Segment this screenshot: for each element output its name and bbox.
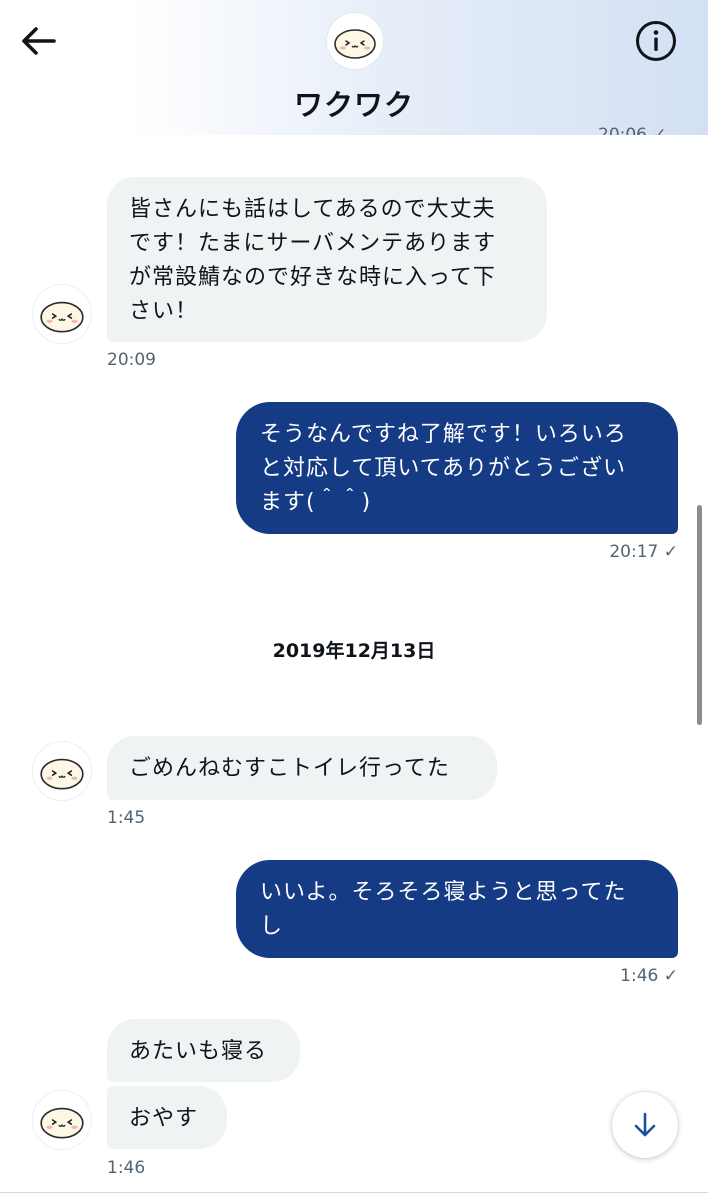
message-bubble-incoming[interactable]: 皆さんにも話はしてあるので大丈夫 です！たまにサーバメンテあります が常設鯖なの… bbox=[107, 177, 547, 342]
message-bubble-incoming[interactable]: ごめんねむすこトイレ行ってた bbox=[107, 736, 497, 800]
avatar[interactable] bbox=[326, 12, 384, 70]
scrollbar[interactable] bbox=[697, 505, 702, 725]
message-timestamp: 1:46 bbox=[107, 1158, 146, 1178]
message-timestamp: 1:46 ✓ bbox=[620, 966, 678, 986]
message-timestamp: 20:17 ✓ bbox=[609, 542, 678, 562]
mochi-face-icon bbox=[40, 758, 84, 790]
mochi-face-icon bbox=[334, 29, 376, 59]
message-bubble-incoming[interactable]: あたいも寝る bbox=[107, 1019, 300, 1082]
message-timestamp: 1:45 bbox=[107, 808, 146, 828]
page-title: ワクワク bbox=[293, 88, 414, 122]
message-bubble-outgoing[interactable]: そうなんですね了解です！いろいろ と対応して頂いてありがとうござい ます(＾＾) bbox=[236, 402, 678, 534]
message-bubble-incoming[interactable]: おやす bbox=[107, 1086, 227, 1149]
scroll-down-button[interactable] bbox=[612, 1092, 678, 1158]
conversation-header: ワクワク bbox=[0, 0, 708, 135]
avatar[interactable] bbox=[32, 1090, 92, 1150]
message-bubble-outgoing[interactable]: いいよ。そろそろ寝ようと思ってた し bbox=[236, 860, 678, 958]
date-separator: 2019年12月13日 bbox=[272, 640, 436, 662]
info-button[interactable] bbox=[633, 18, 679, 64]
arrow-down-icon bbox=[634, 1112, 656, 1137]
message-timestamp: 20:09 bbox=[107, 350, 156, 370]
arrow-left-icon bbox=[22, 27, 56, 55]
message-timestamp: 20:06 ✓ bbox=[598, 125, 667, 135]
avatar[interactable] bbox=[32, 741, 92, 801]
mochi-face-icon bbox=[40, 301, 84, 333]
mochi-face-icon bbox=[40, 1107, 84, 1139]
info-circle-icon bbox=[636, 21, 676, 61]
divider bbox=[0, 1192, 708, 1193]
back-button[interactable] bbox=[18, 20, 60, 62]
avatar[interactable] bbox=[32, 284, 92, 344]
